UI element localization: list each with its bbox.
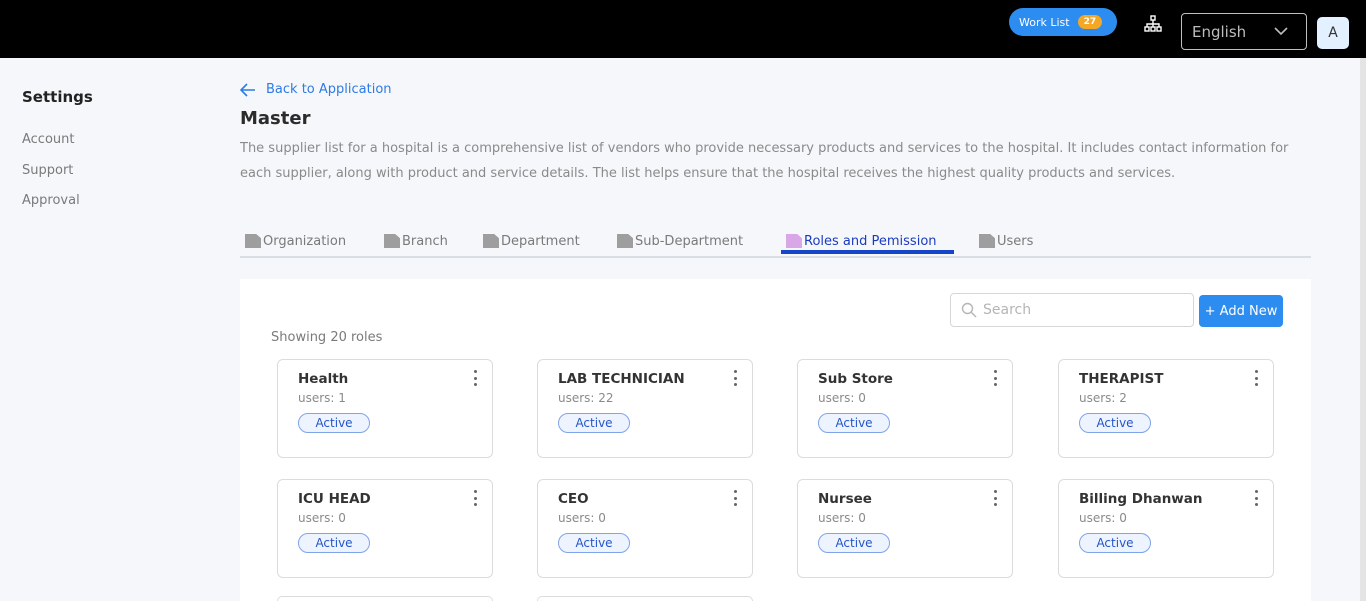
- avatar[interactable]: A: [1317, 17, 1349, 49]
- hierarchy-icon[interactable]: [1144, 15, 1162, 33]
- top-bar: Work List 27 English A: [0, 0, 1366, 58]
- tab-label: Users: [997, 233, 1034, 249]
- tab-sub-department[interactable]: Sub-Department: [617, 230, 743, 252]
- status-badge: Active: [558, 413, 630, 433]
- document-icon: [786, 234, 802, 248]
- status-badge: Active: [558, 533, 630, 553]
- role-card[interactable]: Sub Store users: 0 Active: [797, 359, 1013, 458]
- role-name: Nursee: [818, 491, 872, 507]
- sidebar-item-account[interactable]: Account: [22, 132, 75, 147]
- role-card[interactable]: LAB TECHNICIAN users: 22 Active: [537, 359, 753, 458]
- document-icon: [384, 234, 400, 248]
- role-users: users: 2: [1079, 391, 1127, 405]
- role-name: CEO: [558, 491, 589, 507]
- role-users: users: 0: [558, 511, 606, 525]
- role-users: users: 0: [818, 511, 866, 525]
- role-card[interactable]: [537, 596, 753, 601]
- arrow-left-icon: [240, 82, 255, 97]
- back-link[interactable]: Back to Application: [240, 82, 392, 97]
- role-card[interactable]: ICU HEAD users: 0 Active: [277, 479, 493, 578]
- status-badge: Active: [818, 413, 890, 433]
- scrollbar[interactable]: [1360, 58, 1366, 601]
- role-card[interactable]: CEO users: 0 Active: [537, 479, 753, 578]
- sidebar-item-approval[interactable]: Approval: [22, 193, 80, 208]
- sidebar-title: Settings: [22, 88, 93, 106]
- tab-label: Roles and Pemission: [804, 233, 937, 249]
- role-card[interactable]: Nursee users: 0 Active: [797, 479, 1013, 578]
- tab-roles-and-permission[interactable]: Roles and Pemission: [786, 230, 937, 252]
- role-card[interactable]: Health users: 1 Active: [277, 359, 493, 458]
- worklist-count-badge: 27: [1077, 15, 1103, 29]
- status-badge: Active: [298, 413, 370, 433]
- tab-label: Organization: [263, 233, 347, 249]
- more-options-icon[interactable]: [1253, 490, 1259, 506]
- tab-label: Department: [501, 233, 580, 249]
- role-name: LAB TECHNICIAN: [558, 371, 685, 387]
- document-icon: [483, 234, 499, 248]
- worklist-label: Work List: [1019, 15, 1070, 29]
- chevron-down-icon: [1274, 27, 1288, 36]
- language-select[interactable]: English: [1181, 13, 1307, 50]
- role-card[interactable]: [277, 596, 493, 601]
- status-badge: Active: [818, 533, 890, 553]
- tab-department[interactable]: Department: [483, 230, 580, 252]
- roles-count-text: Showing 20 roles: [271, 330, 383, 345]
- role-name: THERAPIST: [1079, 371, 1164, 387]
- tab-label: Branch: [402, 233, 448, 249]
- more-options-icon[interactable]: [472, 490, 478, 506]
- role-users: users: 0: [298, 511, 346, 525]
- more-options-icon[interactable]: [1253, 370, 1259, 386]
- status-badge: Active: [1079, 533, 1151, 553]
- more-options-icon[interactable]: [992, 490, 998, 506]
- role-card[interactable]: THERAPIST users: 2 Active: [1058, 359, 1274, 458]
- tab-organization[interactable]: Organization: [245, 230, 346, 252]
- worklist-button[interactable]: Work List 27: [1009, 8, 1117, 36]
- tab-branch[interactable]: Branch: [384, 230, 448, 252]
- role-users: users: 22: [558, 391, 614, 405]
- active-tab-indicator: [781, 250, 954, 254]
- status-badge: Active: [298, 533, 370, 553]
- status-badge: Active: [1079, 413, 1151, 433]
- document-icon: [979, 234, 995, 248]
- more-options-icon[interactable]: [472, 370, 478, 386]
- role-name: ICU HEAD: [298, 491, 371, 507]
- role-card[interactable]: Billing Dhanwan users: 0 Active: [1058, 479, 1274, 578]
- role-name: Billing Dhanwan: [1079, 491, 1203, 507]
- sidebar-item-support[interactable]: Support: [22, 163, 73, 178]
- document-icon: [617, 234, 633, 248]
- document-icon: [245, 234, 261, 248]
- search-input[interactable]: [983, 302, 1183, 318]
- page-description: The supplier list for a hospital is a co…: [240, 141, 1289, 181]
- tab-label: Sub-Department: [635, 233, 744, 249]
- language-value: English: [1192, 22, 1247, 41]
- page-title: Master: [240, 108, 311, 129]
- role-name: Health: [298, 371, 349, 387]
- role-users: users: 0: [1079, 511, 1127, 525]
- search-icon: [961, 302, 977, 318]
- tab-users[interactable]: Users: [979, 230, 1033, 252]
- role-users: users: 0: [818, 391, 866, 405]
- add-new-button[interactable]: + Add New: [1199, 295, 1283, 327]
- role-name: Sub Store: [818, 371, 893, 387]
- more-options-icon[interactable]: [992, 370, 998, 386]
- back-label: Back to Application: [266, 82, 392, 97]
- more-options-icon[interactable]: [732, 370, 738, 386]
- role-users: users: 1: [298, 391, 346, 405]
- search-box[interactable]: [950, 293, 1194, 327]
- sidebar: Settings Account Support Approval: [0, 58, 215, 601]
- more-options-icon[interactable]: [732, 490, 738, 506]
